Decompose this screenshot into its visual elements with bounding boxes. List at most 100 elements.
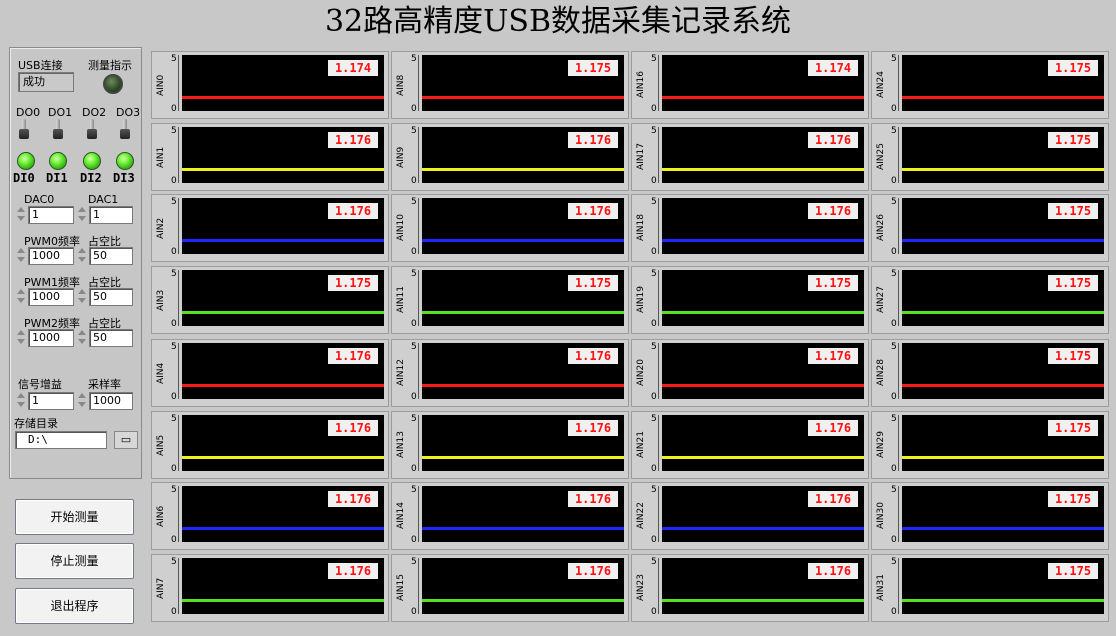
di2-led xyxy=(83,152,101,170)
stop-measure-button[interactable]: 停止测量 xyxy=(15,543,134,579)
channel-value-readout: 1.175 xyxy=(1048,563,1098,579)
pwm0-freq-spinner[interactable] xyxy=(15,247,27,265)
di3-label: DI3 xyxy=(113,171,135,185)
dac0-input[interactable]: 1 xyxy=(28,206,74,224)
signal-gain-input[interactable]: 1 xyxy=(28,392,74,410)
do0-label: DO0 xyxy=(16,106,41,119)
signal-gain-spinner[interactable] xyxy=(15,392,27,410)
dac0-spinner[interactable] xyxy=(15,206,27,224)
y-axis-max-tick: 5 xyxy=(891,485,897,495)
sample-rate-input[interactable]: 1000 xyxy=(89,392,133,410)
pwm2-freq-input[interactable]: 1000 xyxy=(28,329,74,347)
duty2-spinner[interactable] xyxy=(76,329,88,347)
storage-dir-input[interactable]: D:\ xyxy=(15,431,107,449)
signal-trace xyxy=(902,168,1104,171)
channel-graph: AIN30 5 0 1.175 xyxy=(871,482,1109,550)
signal-trace xyxy=(902,96,1104,99)
channel-name-label: AIN15 xyxy=(396,574,406,602)
signal-trace xyxy=(422,239,624,242)
channel-graph: AIN17 5 0 1.176 xyxy=(631,123,869,191)
y-axis xyxy=(418,343,421,399)
start-measure-button[interactable]: 开始测量 xyxy=(15,499,134,535)
y-axis xyxy=(418,55,421,111)
do1-toggle-switch[interactable] xyxy=(53,119,63,139)
y-axis-min-tick: 0 xyxy=(891,319,897,329)
signal-gain-label: 信号增益 xyxy=(18,378,62,391)
y-axis-min-tick: 0 xyxy=(171,392,177,402)
y-axis xyxy=(178,558,181,614)
y-axis-min-tick: 0 xyxy=(651,607,657,617)
channel-graph: AIN23 5 0 1.176 xyxy=(631,554,869,622)
waveform-plot: 1.175 xyxy=(902,198,1104,254)
pwm1-freq-input[interactable]: 1000 xyxy=(28,288,74,306)
channel-graph: AIN15 5 0 1.176 xyxy=(391,554,629,622)
y-axis-min-tick: 0 xyxy=(411,104,417,114)
waveform-plot: 1.175 xyxy=(902,558,1104,614)
channel-name-label: AIN19 xyxy=(636,286,646,314)
dac1-spinner[interactable] xyxy=(76,206,88,224)
y-axis-min-tick: 0 xyxy=(651,176,657,186)
signal-trace xyxy=(662,527,864,530)
y-axis xyxy=(898,558,901,614)
channel-name-label: AIN30 xyxy=(876,502,886,530)
waveform-plot: 1.176 xyxy=(662,486,864,542)
waveform-plot: 1.176 xyxy=(182,198,384,254)
exit-program-button[interactable]: 退出程序 xyxy=(15,588,134,624)
waveform-plot: 1.175 xyxy=(662,270,864,326)
channel-name-label: AIN12 xyxy=(396,359,406,387)
duty0-spinner[interactable] xyxy=(76,247,88,265)
channel-name-label: AIN21 xyxy=(636,431,646,459)
do3-toggle-switch[interactable] xyxy=(120,119,130,139)
pwm1-freq-spinner[interactable] xyxy=(15,288,27,306)
duty2-input[interactable]: 50 xyxy=(89,329,133,347)
channel-value-readout: 1.176 xyxy=(328,132,378,148)
channel-value-readout: 1.174 xyxy=(328,60,378,76)
y-axis-min-tick: 0 xyxy=(411,247,417,257)
channel-name-label: AIN1 xyxy=(156,146,166,168)
channel-graph: AIN9 5 0 1.176 xyxy=(391,123,629,191)
channel-name-label: AIN5 xyxy=(156,434,166,456)
duty0-input[interactable]: 50 xyxy=(89,247,133,265)
y-axis xyxy=(658,127,661,183)
channel-value-readout: 1.175 xyxy=(568,275,618,291)
do2-toggle-switch[interactable] xyxy=(87,119,97,139)
channel-graph: AIN16 5 0 1.174 xyxy=(631,51,869,119)
sample-rate-spinner[interactable] xyxy=(76,392,88,410)
y-axis-max-tick: 5 xyxy=(171,54,177,64)
channel-value-readout: 1.175 xyxy=(1048,491,1098,507)
y-axis-max-tick: 5 xyxy=(891,54,897,64)
channel-name-label: AIN31 xyxy=(876,574,886,602)
waveform-plot: 1.176 xyxy=(422,198,624,254)
channel-value-readout: 1.176 xyxy=(568,491,618,507)
y-axis xyxy=(898,55,901,111)
y-axis xyxy=(418,127,421,183)
waveform-plot: 1.176 xyxy=(422,127,624,183)
y-axis xyxy=(178,343,181,399)
y-axis-min-tick: 0 xyxy=(651,319,657,329)
pwm2-freq-spinner[interactable] xyxy=(15,329,27,347)
waveform-plot: 1.176 xyxy=(662,415,864,471)
y-axis xyxy=(418,486,421,542)
channel-graph: AIN31 5 0 1.175 xyxy=(871,554,1109,622)
waveform-plot: 1.175 xyxy=(902,127,1104,183)
pwm0-freq-input[interactable]: 1000 xyxy=(28,247,74,265)
channel-graph: AIN25 5 0 1.175 xyxy=(871,123,1109,191)
y-axis-min-tick: 0 xyxy=(411,176,417,186)
dac1-input[interactable]: 1 xyxy=(89,206,133,224)
signal-trace xyxy=(182,96,384,99)
di3-led xyxy=(116,152,134,170)
duty1-input[interactable]: 50 xyxy=(89,288,133,306)
do1-label: DO1 xyxy=(48,106,73,119)
y-axis-min-tick: 0 xyxy=(891,176,897,186)
duty1-spinner[interactable] xyxy=(76,288,88,306)
folder-browse-icon[interactable]: ▭ xyxy=(114,431,138,449)
channel-name-label: AIN16 xyxy=(636,71,646,99)
y-axis-max-tick: 5 xyxy=(891,126,897,136)
channel-value-readout: 1.176 xyxy=(808,348,858,364)
channel-graph: AIN10 5 0 1.176 xyxy=(391,194,629,262)
channel-value-readout: 1.175 xyxy=(1048,60,1098,76)
channel-name-label: AIN8 xyxy=(396,74,406,96)
measure-indicator-label: 测量指示 xyxy=(88,59,132,72)
channel-name-label: AIN7 xyxy=(156,577,166,599)
do0-toggle-switch[interactable] xyxy=(19,119,29,139)
